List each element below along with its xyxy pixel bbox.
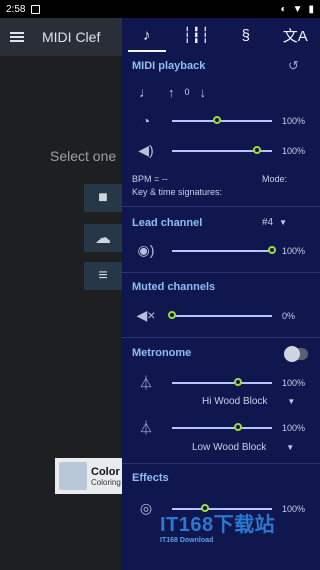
lead-channel-dropdown[interactable]: #4 ▼ bbox=[262, 217, 287, 228]
lead-volume-percent: 100% bbox=[282, 245, 306, 256]
effects-icon: ◎ bbox=[139, 500, 153, 516]
clef-icon: § bbox=[241, 26, 250, 44]
settings-drawer: ♪ ┆┇┆ § 文A MIDI playback ↺ ♩ ↑ 0 ↓ ◔ 100… bbox=[122, 18, 320, 570]
lead-channel-title: Lead channel bbox=[132, 217, 203, 229]
background-app-title: MIDI Clef bbox=[42, 29, 101, 45]
lead-volume-slider[interactable] bbox=[172, 245, 276, 256]
cloud-icon[interactable]: ☁ bbox=[84, 224, 122, 252]
tab-music-note[interactable]: ♪ bbox=[122, 18, 172, 52]
metronome-sound-2: Low Wood Block bbox=[192, 442, 267, 453]
watermark-text: IT168下载站 bbox=[160, 514, 276, 536]
chevron-down-icon: ▼ bbox=[286, 443, 295, 452]
drawer-tabs: ♪ ┆┇┆ § 文A bbox=[122, 18, 320, 52]
lead-channel-value: #4 bbox=[262, 217, 274, 228]
transpose-down-icon[interactable]: ↓ bbox=[200, 85, 207, 100]
tempo-slider[interactable] bbox=[172, 116, 272, 126]
chevron-down-icon: ▼ bbox=[287, 397, 296, 406]
tempo-percent: 100% bbox=[282, 116, 306, 126]
volume-slider[interactable] bbox=[172, 145, 272, 156]
key-time-label: Key & time signatures: bbox=[132, 187, 223, 197]
battery-icon: ▮ bbox=[308, 3, 314, 15]
metronome-slider-1[interactable] bbox=[172, 378, 272, 388]
metronome-sound-1: Hi Wood Block bbox=[202, 396, 268, 407]
mute-icon: ◀× bbox=[136, 307, 156, 323]
tempo-gauge-icon: ◔ bbox=[141, 113, 151, 129]
playlist-icon[interactable]: ≡ bbox=[84, 262, 122, 290]
status-time: 2:58 bbox=[6, 3, 26, 15]
metronome-slider-1-knob[interactable] bbox=[234, 378, 242, 386]
bpm-label: BPM = -- bbox=[132, 174, 168, 184]
metronome-sound-2-dropdown[interactable]: Low Wood Block ▼ bbox=[192, 442, 294, 453]
menu-icon[interactable] bbox=[10, 32, 24, 42]
chevron-down-icon: ▼ bbox=[279, 218, 288, 227]
muted-volume-slider[interactable] bbox=[168, 310, 272, 321]
status-bar: 2:58 ◐ ▼ ▮ bbox=[0, 0, 320, 18]
metronome-sound-1-dropdown[interactable]: Hi Wood Block ▼ bbox=[202, 396, 295, 407]
ad-title: Color bbox=[91, 465, 120, 478]
translate-icon: 文A bbox=[282, 27, 308, 45]
background-select-text: Select one bbox=[50, 148, 117, 164]
divider bbox=[122, 206, 320, 207]
metronome-toggle[interactable] bbox=[284, 346, 308, 362]
volume-icon: ◀) bbox=[138, 142, 154, 158]
metronome-percent-2: 100% bbox=[282, 423, 306, 433]
metronome-percent-1: 100% bbox=[282, 378, 306, 388]
effects-percent: 100% bbox=[282, 503, 306, 514]
watermark-subtext: IT168 Download bbox=[160, 537, 214, 544]
transpose-value: 0 bbox=[184, 87, 190, 97]
muted-volume-percent: 0% bbox=[282, 310, 296, 321]
effects-title: Effects bbox=[132, 472, 169, 484]
music-note-icon: ♪ bbox=[143, 26, 151, 44]
ad-banner[interactable]: Color Coloring bbox=[55, 458, 122, 494]
ad-thumbnail bbox=[59, 462, 87, 490]
speaker-person-icon: ◉) bbox=[137, 242, 155, 258]
divider bbox=[122, 337, 320, 338]
lead-volume-knob[interactable] bbox=[268, 245, 276, 254]
tab-waveform[interactable]: ┆┇┆ bbox=[172, 18, 222, 52]
tab-clef[interactable]: § bbox=[221, 18, 271, 52]
note-icon: ♩ bbox=[139, 84, 153, 100]
vibrate-icon: ◐ bbox=[280, 3, 287, 15]
volume-percent: 100% bbox=[282, 145, 306, 156]
tab-translate[interactable]: 文A bbox=[271, 18, 320, 52]
ad-subtitle: Coloring bbox=[91, 477, 121, 487]
volume-slider-knob[interactable] bbox=[253, 145, 261, 154]
divider bbox=[122, 463, 320, 464]
midi-playback-title: MIDI playback bbox=[132, 60, 206, 72]
divider bbox=[122, 272, 320, 273]
metronome-title: Metronome bbox=[132, 347, 192, 359]
folder-icon[interactable]: ■ bbox=[84, 184, 122, 212]
metronome-slider-2[interactable] bbox=[172, 423, 272, 433]
metronome-accent-icon: ⏃ bbox=[139, 420, 153, 436]
waveform-icon: ┆┇┆ bbox=[182, 27, 210, 44]
mode-label: Mode: bbox=[262, 174, 288, 184]
background-app-bar: MIDI Clef bbox=[0, 18, 122, 56]
muted-volume-knob[interactable] bbox=[168, 310, 176, 319]
metronome-icon: ⏃ bbox=[139, 375, 153, 391]
notification-icon bbox=[31, 4, 41, 14]
tempo-slider-knob[interactable] bbox=[213, 116, 221, 124]
transpose-up-icon[interactable]: ↑ bbox=[168, 85, 175, 100]
metronome-slider-2-knob[interactable] bbox=[234, 423, 242, 431]
muted-channels-title: Muted channels bbox=[132, 281, 216, 293]
watermark: IT168下载站 IT168 Download bbox=[160, 508, 275, 544]
wifi-icon: ▼ bbox=[292, 3, 303, 15]
reset-icon[interactable]: ↺ bbox=[288, 58, 299, 74]
